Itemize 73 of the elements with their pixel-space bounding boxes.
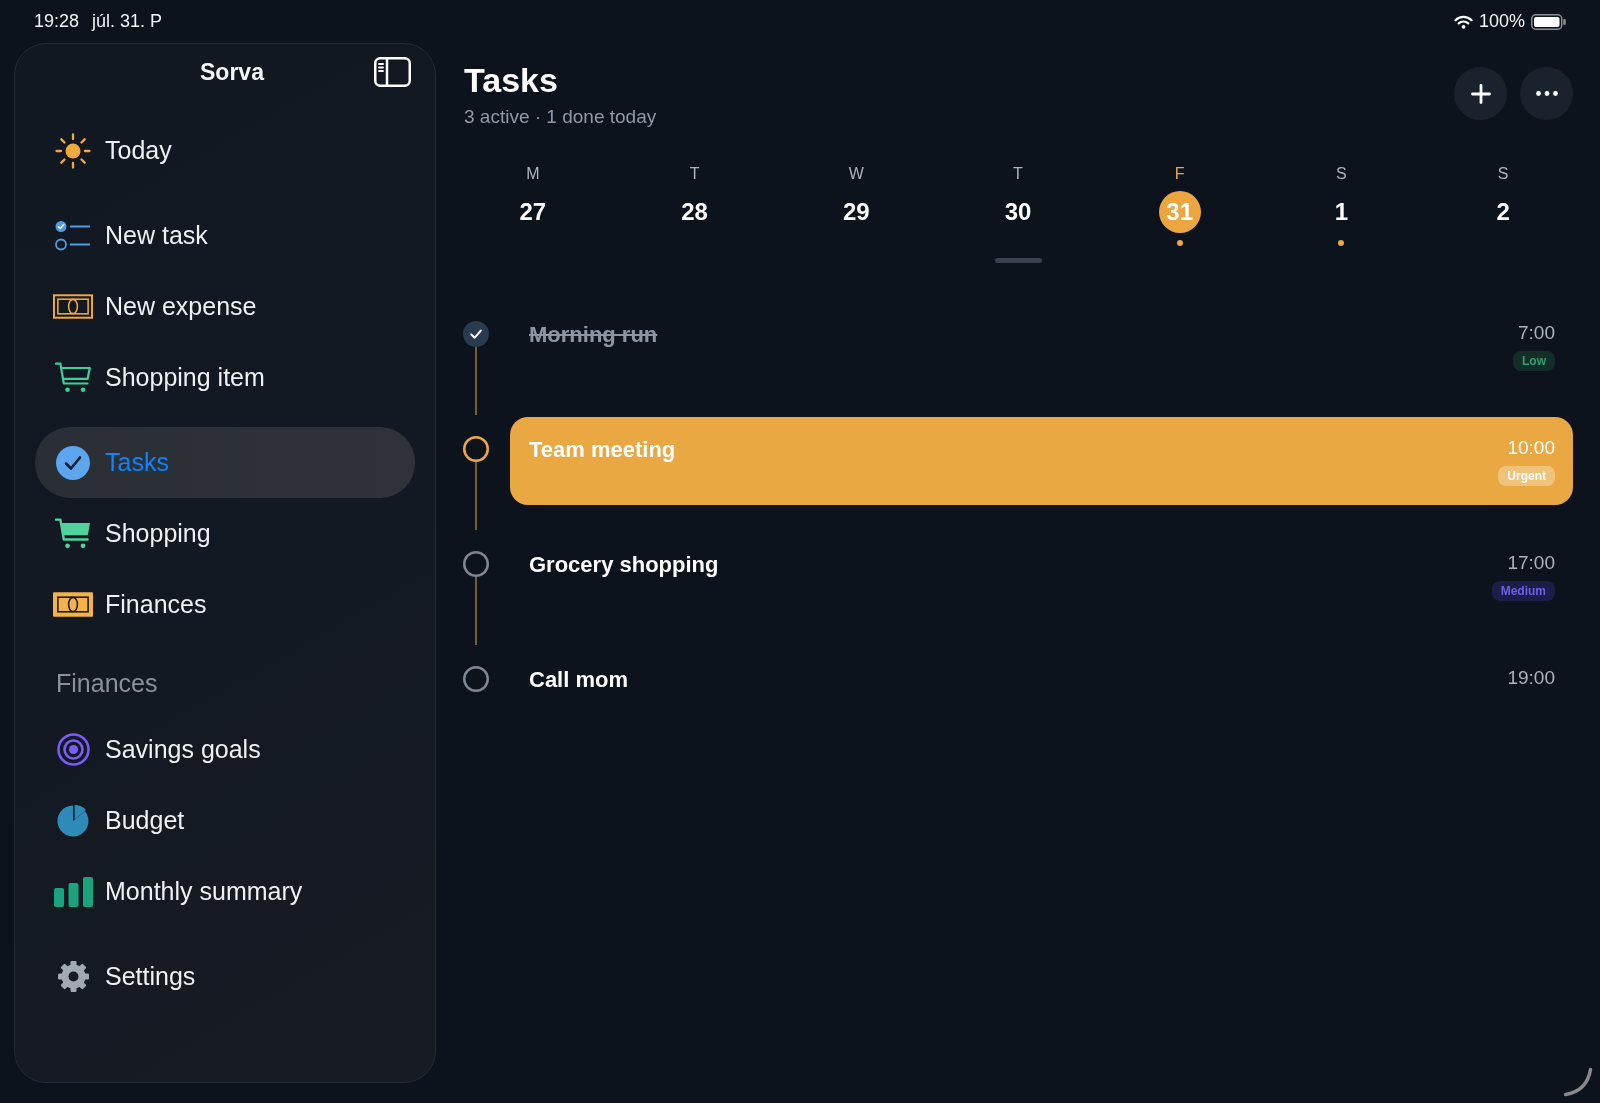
more-icon [1535,91,1558,96]
weekday-label: T [1013,164,1023,184]
pie-chart-icon [56,804,90,837]
drag-handle[interactable] [994,258,1042,263]
section-heading: Finances [55,668,158,699]
checklist-icon [55,220,91,251]
sidebar-item[interactable]: Tasks [35,427,415,498]
timeline-connector [475,347,477,415]
task-title: Team meeting [529,436,676,464]
battery-percent: 100% [1478,10,1525,33]
task-checkbox[interactable] [463,551,489,577]
sidebar-item[interactable]: Today [35,115,415,186]
plus-icon [1470,83,1491,104]
sidebar-item[interactable]: New expense [35,271,415,342]
weekday-label: T [689,164,700,184]
task-time: 7:00 [1518,321,1555,345]
task-checkbox[interactable] [463,666,489,692]
sidebar-item[interactable]: New task [35,200,415,271]
check-circle-icon [56,445,90,480]
day-number[interactable]: 1 [1320,191,1363,233]
priority-tag: Urgent [1498,466,1555,486]
sun-icon [55,132,91,169]
sidebar-item[interactable]: Shopping item [35,342,415,413]
priority-tag: Low [1513,351,1555,371]
cart-icon [55,362,91,393]
weekday-label: S [1497,164,1509,184]
timeline-connector [475,577,477,645]
weekday-label: F [1174,164,1185,184]
day-number[interactable]: 27 [511,191,554,233]
task-title: Grocery shopping [529,551,719,579]
task-checkbox[interactable] [463,321,489,347]
page-title: Tasks [464,60,559,100]
day-number[interactable]: 29 [835,191,878,233]
banknote-icon [53,592,93,617]
banknote-icon [53,294,93,319]
sidebar-icon [374,57,411,87]
weekday-label: S [1336,164,1347,184]
app-title: Sorva [200,57,264,87]
timeline-connector [475,462,477,530]
bar-chart-icon [53,876,93,907]
sidebar-toggle-button[interactable] [374,57,411,87]
weekday-label: W [848,164,864,184]
task-card[interactable]: Grocery shopping 17:00 Medium [510,532,1573,620]
target-icon [56,733,90,766]
priority-tag: Medium [1491,581,1555,601]
sidebar-item[interactable]: Monthly summary [35,856,415,927]
gear-icon [56,960,90,993]
more-button[interactable] [1520,67,1573,120]
task-title: Call mom [529,666,629,694]
task-card[interactable]: Morning run 7:00 Low [510,302,1573,390]
task-time: 19:00 [1507,666,1555,690]
wifi-icon [1453,14,1473,29]
sidebar-item[interactable]: Savings goals [35,714,415,785]
sidebar-item[interactable]: Finances [35,569,415,640]
task-time: 10:00 [1507,436,1555,460]
sidebar-item[interactable]: Budget [35,785,415,856]
day-number[interactable]: 30 [997,191,1039,233]
task-card[interactable]: Call mom 19:00 [510,647,1573,713]
task-time: 17:00 [1507,551,1555,575]
task-checkbox[interactable] [463,436,489,462]
status-date: júl. 31. P [92,10,163,33]
task-title: Morning run [529,321,658,349]
day-number[interactable]: 28 [673,191,716,233]
add-button[interactable] [1454,67,1507,120]
sidebar-item[interactable]: Settings [35,941,415,1012]
day-number[interactable]: 2 [1482,191,1525,233]
page-subtitle: 3 active · 1 done today [464,105,657,129]
battery-icon [1531,13,1566,30]
sidebar-item[interactable]: Shopping [35,498,415,569]
weekday-label: M [526,164,540,184]
cart-icon [55,518,91,549]
corner-arc-icon [1563,1067,1593,1097]
status-time: 19:28 [34,10,80,33]
